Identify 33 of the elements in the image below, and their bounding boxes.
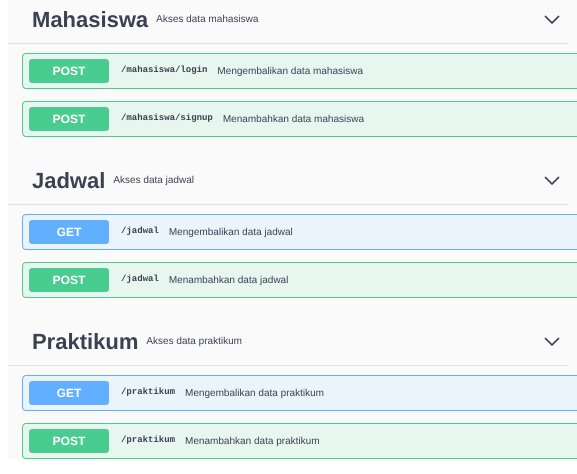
method-badge: GET <box>29 220 109 244</box>
endpoint-path: /praktikum <box>121 386 176 400</box>
endpoint-summary: Menambahkan data praktikum <box>185 434 320 448</box>
endpoint-path: /jadwal <box>121 273 159 286</box>
endpoint-path: /mahasiswa/login <box>121 64 208 78</box>
endpoint-row[interactable]: POST /mahasiswa/login Mengembalikan data mahasiswa <box>22 53 577 89</box>
endpoint-path: /jadwal <box>121 225 159 238</box>
endpoint-row[interactable]: GET /praktikum Mengembalikan data praktikum <box>22 375 577 411</box>
section-title: Mahasiswa <box>32 6 148 34</box>
chevron-icon[interactable] <box>544 176 560 186</box>
method-badge: POST <box>29 107 109 131</box>
endpoint-summary: Mengembalikan data mahasiswa <box>217 64 364 78</box>
method-badge: POST <box>29 268 109 292</box>
endpoint-row[interactable]: POST /mahasiswa/signup Menambahkan data mahasiswa <box>22 101 577 137</box>
section-description: Akses data praktikum <box>146 335 242 349</box>
endpoint-row[interactable]: POST /praktikum Menambahkan data praktikum <box>22 423 577 459</box>
chevron-icon[interactable] <box>544 336 560 346</box>
section-description: Akses data jadwal <box>113 174 194 188</box>
method-badge: GET <box>29 381 109 405</box>
endpoint-path: /praktikum <box>121 434 176 448</box>
endpoint-summary: Menambahkan data jadwal <box>168 274 288 288</box>
endpoint-summary: Menambahkan data mahasiswa <box>222 112 364 126</box>
section-description: Akses data mahasiswa <box>156 13 258 27</box>
method-badge: POST <box>29 59 109 83</box>
endpoint-path: /mahasiswa/signup <box>121 112 213 126</box>
endpoint-row[interactable]: GET /jadwal Mengembalikan data jadwal <box>22 214 577 250</box>
chevron-icon[interactable] <box>544 14 560 24</box>
endpoint-summary: Mengembalikan data praktikum <box>185 386 324 400</box>
section-title: Jadwal <box>32 167 106 195</box>
method-badge: POST <box>29 429 109 453</box>
endpoint-row[interactable]: POST /jadwal Menambahkan data jadwal <box>22 262 577 298</box>
endpoint-summary: Mengembalikan data jadwal <box>168 226 293 240</box>
section-title: Praktikum <box>32 328 138 356</box>
